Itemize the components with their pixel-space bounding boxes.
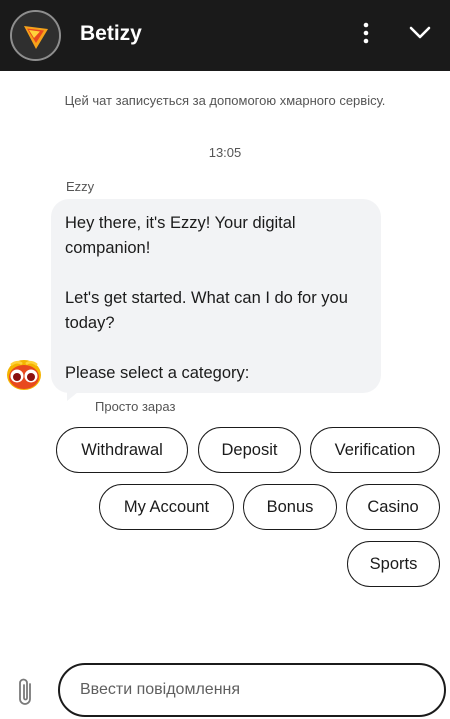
message-line: Hey there, it's Ezzy! Your digital compa… <box>65 214 296 257</box>
chat-header: Betizy <box>0 0 450 71</box>
option-my-account-button[interactable]: My Account <box>99 484 234 530</box>
message-input[interactable] <box>58 663 446 717</box>
option-verification-button[interactable]: Verification <box>310 427 440 473</box>
attach-file-button[interactable] <box>14 676 38 708</box>
betizy-logo-icon <box>10 10 61 61</box>
option-deposit-button[interactable]: Deposit <box>198 427 301 473</box>
message-bubble: Hey there, it's Ezzy! Your digital compa… <box>51 199 381 393</box>
message-line: Let's get started. What can I do for you… <box>65 289 348 332</box>
paperclip-icon <box>19 678 31 705</box>
timestamp: 13:05 <box>208 145 242 160</box>
message-status: Просто зараз <box>95 399 176 414</box>
option-bonus-button[interactable]: Bonus <box>243 484 337 530</box>
option-withdrawal-button[interactable]: Withdrawal <box>56 427 188 473</box>
bubble-tail <box>67 392 78 401</box>
chat-title: Betizy <box>80 22 142 45</box>
option-sports-button[interactable]: Sports <box>347 541 440 587</box>
chevron-down-icon <box>409 26 431 39</box>
message-line: Please select a category: <box>65 364 250 382</box>
more-vertical-icon <box>363 22 369 44</box>
recording-notice: Цей чат записується за допомогою хмарног… <box>64 93 386 108</box>
more-options-button[interactable] <box>352 18 380 48</box>
minimize-chat-button[interactable] <box>404 18 436 48</box>
option-casino-button[interactable]: Casino <box>346 484 440 530</box>
ezzy-avatar-icon <box>5 356 43 392</box>
sender-name: Ezzy <box>66 179 95 194</box>
